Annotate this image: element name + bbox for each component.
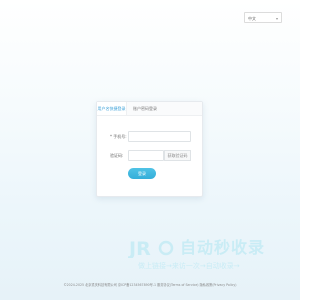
svg-text:JR: JR (128, 238, 151, 258)
watermark-subtitle: 做上链接→来访一次→自动收录→ (138, 262, 240, 270)
code-label: 验证码: (110, 153, 124, 158)
phone-input[interactable] (128, 131, 191, 142)
tab-password-login[interactable]: 账户密码登录 (128, 102, 162, 115)
chevron-down-icon: ▾ (275, 16, 278, 21)
watermark-title: 自动秒收录 (180, 238, 266, 257)
login-card: 用户名快捷登录 账户密码登录 * 手机号: 验证码: 获取验证码 登录 (96, 101, 203, 197)
watermark: JR 自动秒收录 做上链接→来访一次→自动收录→ (128, 236, 282, 276)
tab-quick-login[interactable]: 用户名快捷登录 (97, 102, 127, 115)
watermark-logo: JR (128, 238, 174, 258)
language-select[interactable]: 中文 ▾ (244, 12, 282, 23)
footer-text: ©2024-2025 北京重庆科技有限公司 京ICP备1234567890号-1… (63, 283, 237, 287)
login-tabs: 用户名快捷登录 账户密码登录 (97, 102, 202, 116)
phone-label: * 手机号: (110, 134, 127, 139)
login-button[interactable]: 登录 (128, 168, 156, 179)
code-input[interactable] (128, 150, 164, 161)
language-select-value: 中文 (248, 16, 256, 21)
get-code-button[interactable]: 获取验证码 (164, 150, 191, 161)
